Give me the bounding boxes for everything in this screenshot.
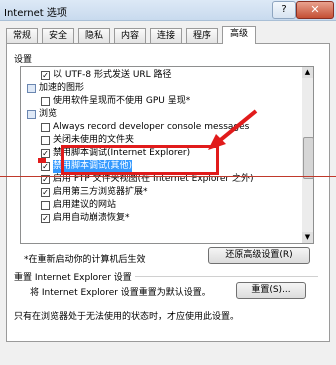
title-bar: Internet 选项 ? ✕: [0, 0, 336, 21]
reset-group-label: 重置 Internet Explorer 设置: [14, 270, 135, 283]
annotation-highlight-box: [61, 145, 219, 175]
reset-description: 将 Internet Explorer 设置重置为默认设置。: [30, 288, 211, 298]
tab-connections[interactable]: 连接: [150, 28, 182, 43]
restart-note: *在重新启动你的计算机后生效: [24, 255, 146, 265]
tab-general[interactable]: 常规: [6, 28, 38, 43]
scroll-thumb[interactable]: [303, 137, 314, 179]
tab-programs[interactable]: 程序: [186, 28, 218, 43]
close-button[interactable]: ✕: [296, 1, 334, 19]
restore-advanced-button[interactable]: 还原高级设置(R): [208, 247, 310, 264]
category-icon: [27, 110, 36, 119]
checkbox-unchecked-icon[interactable]: [41, 201, 50, 210]
checkbox-checked-icon[interactable]: ✓: [41, 214, 50, 223]
checkbox-checked-icon[interactable]: ✓: [41, 149, 50, 158]
tab-content[interactable]: 内容: [114, 28, 146, 43]
settings-group-label: 设置: [14, 55, 33, 65]
checkbox-checked-icon[interactable]: ✓: [41, 71, 50, 80]
tab-security[interactable]: 安全: [42, 28, 74, 43]
scroll-down-icon[interactable]: ▼: [302, 232, 313, 243]
checkbox-checked-icon[interactable]: ✓: [41, 162, 50, 171]
checkbox-checked-icon[interactable]: ✓: [41, 188, 50, 197]
window-title: Internet 选项: [4, 8, 67, 19]
checkbox-unchecked-icon[interactable]: [41, 136, 50, 145]
help-button[interactable]: ?: [272, 1, 296, 19]
annotation-marker: [38, 158, 46, 163]
annotation-arrow-icon: [208, 109, 258, 150]
checkbox-unchecked-icon[interactable]: [41, 97, 50, 106]
scroll-up-icon[interactable]: ▲: [302, 67, 313, 78]
tab-advanced[interactable]: 高级: [222, 26, 256, 44]
reset-button[interactable]: 重置(S)...: [236, 282, 306, 299]
reset-note: 只有在浏览器处于无法使用的状态时，才应使用此设置。: [14, 312, 240, 322]
settings-scrollbar[interactable]: ▲ ▼: [302, 66, 314, 244]
annotation-line: [0, 176, 336, 177]
tab-privacy[interactable]: 隐私: [78, 28, 110, 43]
checkbox-unchecked-icon[interactable]: [41, 123, 50, 132]
category-icon: [27, 84, 36, 93]
